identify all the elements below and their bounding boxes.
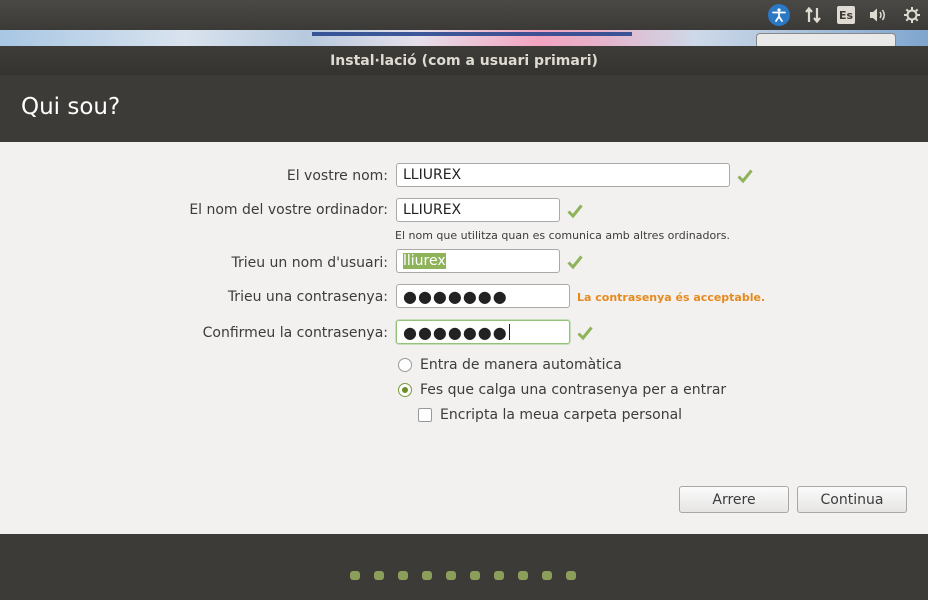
login-automatic-label: Entra de manera automàtica [420,357,622,373]
network-icon[interactable] [802,3,824,27]
progress-step-dot [446,571,456,580]
keyboard-layout-label: Es [837,6,855,24]
confirm-password-input-value: ●●●●●●● [403,322,508,342]
text-cursor [508,324,510,340]
back-button[interactable]: Arrere [679,486,789,513]
progress-step-dot [422,571,432,580]
progress-area [0,534,928,600]
radio-button-selected[interactable] [398,383,412,397]
progress-step-dot [374,571,384,580]
user-form-panel: El vostre nom: LLIUREX El nom del vostre… [0,142,928,534]
radio-dot [402,387,408,393]
progress-step-dot [398,571,408,580]
name-input[interactable]: LLIUREX [396,163,730,187]
password-strength-status: La contrasenya és acceptable. [577,291,766,304]
password-input[interactable]: ●●●●●●● [396,284,570,308]
check-icon [577,326,593,341]
keyboard-layout-indicator[interactable]: Es [836,3,856,27]
computer-name-hint: El nom que utilitza quan es comunica amb… [395,229,730,242]
username-input-value: lliurex [403,253,446,269]
desktop-background [0,30,928,46]
computer-name-label: El nom del vostre ordinador: [189,202,388,218]
computer-name-input-value: LLIUREX [403,202,462,218]
top-panel: Es [0,0,928,30]
progress-step-dot [350,571,360,580]
progress-step-dot [494,571,504,580]
confirm-password-input[interactable]: ●●●●●●● [396,320,570,344]
confirm-password-label: Confirmeu la contrasenya: [202,325,388,341]
progress-step-dot [470,571,480,580]
progress-step-dot [542,571,552,580]
accessibility-icon[interactable] [767,3,791,27]
password-input-value: ●●●●●●● [403,286,508,306]
window-title-bar: Instal·lació (com a usuari primari) [0,46,928,75]
computer-name-input[interactable]: LLIUREX [396,198,560,222]
page-header: Qui sou? [0,75,928,142]
continue-button[interactable]: Continua [797,486,907,513]
login-require-password-label: Fes que calga una contrasenya per a entr… [420,382,727,398]
login-automatic-option[interactable]: Entra de manera automàtica [398,357,622,373]
background-window-button [756,33,896,46]
check-icon [567,255,583,270]
check-icon [737,169,753,184]
password-label: Trieu una contrasenya: [227,289,388,305]
page-title: Qui sou? [21,94,121,120]
encrypt-home-checkbox[interactable] [418,408,432,422]
progress-step-dot [518,571,528,580]
radio-button[interactable] [398,358,412,372]
username-input[interactable]: lliurex [396,249,560,273]
name-input-value: LLIUREX [403,167,462,183]
background-logo [312,32,632,46]
username-label: Trieu un nom d'usuari: [231,255,388,271]
volume-icon[interactable] [866,3,890,27]
window-title: Instal·lació (com a usuari primari) [330,52,598,69]
name-label: El vostre nom: [286,168,388,184]
encrypt-home-label: Encripta la meua carpeta personal [440,407,683,423]
power-icon[interactable] [900,3,924,27]
check-icon [567,204,583,219]
encrypt-home-option[interactable]: Encripta la meua carpeta personal [418,407,682,423]
login-require-password-option[interactable]: Fes que calga una contrasenya per a entr… [398,382,726,398]
progress-step-dot [566,571,576,580]
